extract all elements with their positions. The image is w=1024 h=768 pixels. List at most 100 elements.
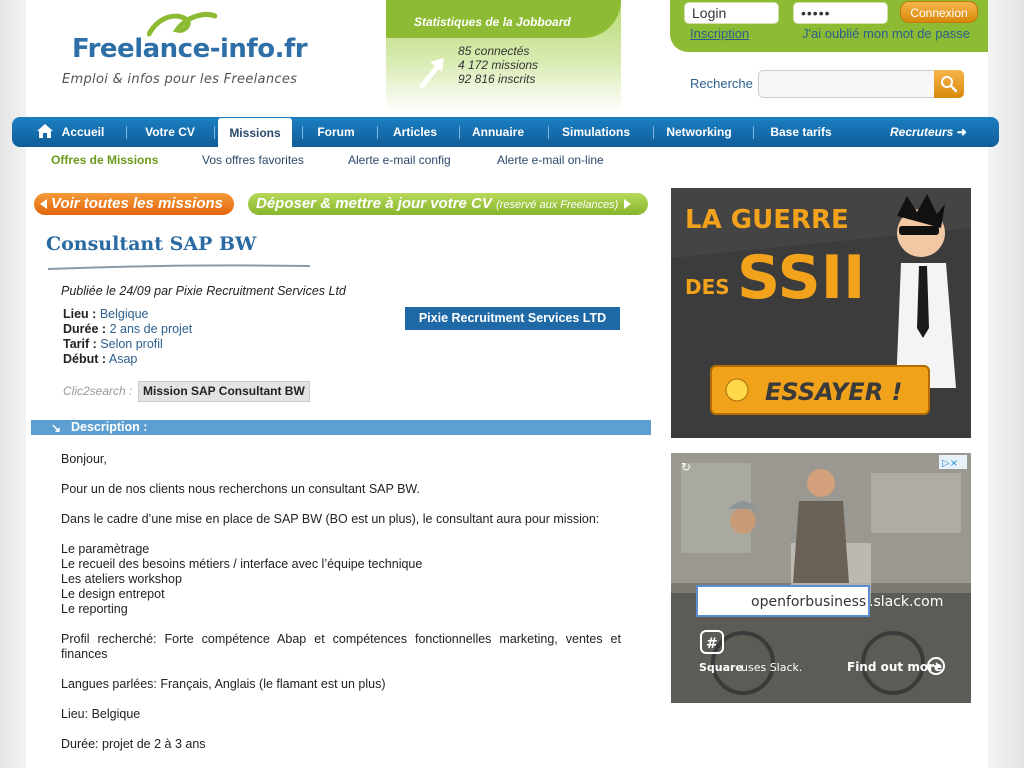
person-head (730, 508, 756, 534)
meta-debut: Début : Asap (63, 352, 192, 367)
desc-paragraph: Profil recherché: Forte compétence Abap … (61, 632, 621, 661)
desc-paragraph: Langues parlées: Français, Anglais (le f… (61, 677, 386, 691)
subnav-alerte-config[interactable]: Alerte e-mail config (348, 153, 451, 167)
nav-recruiters-link[interactable]: Recruteurs ➜ (890, 117, 967, 147)
nav-item-base-tarifs[interactable]: Base tarifs (762, 117, 840, 147)
nav-item-accueil[interactable]: Accueil (58, 117, 108, 147)
jobboard-stats: Statistiques de la Jobboard 85 connectés… (386, 0, 621, 112)
clic2search-label: Clic2search : (63, 384, 133, 398)
main-nav: Accueil Votre CV Missions Forum Articles… (12, 117, 999, 147)
person-shirt (793, 501, 849, 583)
ad-slack[interactable]: openforbusiness .slack.com # Square uses… (671, 453, 971, 703)
arrow-right-icon (624, 198, 632, 209)
ad-ssii-line1: LA GUERRE (685, 205, 849, 235)
company-badge[interactable]: Pixie Recruitment Services LTD (405, 307, 620, 330)
page-background-left (0, 0, 26, 768)
ad-slack-artwork: openforbusiness .slack.com # Square uses… (671, 453, 971, 703)
meta-tarif-label: Tarif : (63, 337, 97, 351)
nav-separator (548, 126, 549, 139)
smiley-icon (725, 378, 749, 402)
desc-paragraph: Durée: projet de 2 à 3 ans (61, 737, 206, 751)
clic2search-tag[interactable]: Mission SAP Consultant BW (138, 381, 310, 402)
search-label: Recherche (690, 76, 753, 91)
desc-list-item: Le reporting (61, 602, 128, 616)
ad-ssii-line3: SSII (737, 243, 865, 313)
password-field[interactable]: ••••• (793, 2, 888, 24)
desc-list-item: Le paramètrage (61, 542, 150, 556)
page: Freelance-info.fr Emploi & infos pour le… (12, 0, 999, 768)
nav-separator (126, 126, 127, 139)
desc-list-item: Le recueil des besoins métiers / interfa… (61, 557, 423, 571)
logo-text: Freelance-info.fr (72, 34, 308, 64)
stats-connected: 85 connectés (458, 44, 530, 58)
meta-duree-label: Durée : (63, 322, 107, 336)
nav-separator (459, 126, 460, 139)
search-input[interactable] (758, 70, 938, 98)
stats-title: Statistiques de la Jobboard (414, 15, 571, 29)
job-description: Bonjour, Pour un de nos clients nous rec… (61, 452, 621, 767)
desc-paragraph: Bonjour, (61, 452, 107, 466)
meta-duree-value: 2 ans de projet (109, 322, 193, 336)
nav-item-articles[interactable]: Articles (382, 117, 448, 147)
login-button[interactable]: Connexion (900, 1, 978, 23)
ad-la-guerre-des-ssii[interactable]: LA GUERRE DES SSII ESSAYER ! (671, 188, 971, 438)
site-logo[interactable]: Freelance-info.fr Emploi & infos pour le… (62, 8, 312, 88)
forgot-password-link[interactable]: J'ai oublié mon mot de passe (802, 26, 970, 41)
nav-separator (753, 126, 754, 139)
tagline: Emploi & infos pour les Freelances (62, 72, 298, 87)
stats-missions: 4 172 missions (458, 58, 539, 72)
desc-paragraph: Lieu: Belgique (61, 707, 141, 721)
login-field[interactable]: Login (684, 2, 779, 24)
character-tie (917, 266, 929, 338)
meta-lieu: Lieu : Belgique (63, 307, 192, 322)
nav-item-votre-cv[interactable]: Votre CV (136, 117, 204, 147)
job-title: Consultant SAP BW (46, 233, 257, 255)
deposit-cv-button[interactable]: Déposer & mettre à jour votre CV (reserv… (248, 193, 648, 215)
nav-item-forum[interactable]: Forum (308, 117, 364, 147)
ad-refresh-icon: ↻ (681, 460, 691, 474)
register-link[interactable]: Inscription (690, 26, 749, 41)
see-all-missions-label: Voir toutes les missions (51, 195, 223, 212)
arrow-right-icon: ➜ (956, 125, 967, 139)
ad-ssii-line2: DES (685, 275, 730, 299)
arrow-up-right-icon (419, 58, 444, 88)
slack-brand-note: uses Slack. (741, 661, 802, 674)
nav-item-simulations[interactable]: Simulations (556, 117, 636, 147)
stats-lines: 85 connectés 4 172 missions 92 816 inscr… (458, 44, 538, 86)
svg-text:▷×: ▷× (942, 458, 958, 469)
desc-paragraph: Dans le cadre d’une mise en place de SAP… (61, 512, 600, 526)
meta-tarif-value: Selon profil (100, 337, 163, 351)
description-header: ↘ Description : (31, 420, 651, 435)
meta-lieu-value: Belgique (99, 307, 149, 321)
nav-item-missions[interactable]: Missions (218, 118, 292, 147)
subnav-offres-favorites[interactable]: Vos offres favorites (202, 153, 304, 167)
desc-list-item: Les ateliers workshop (61, 572, 182, 586)
nav-item-annuaire[interactable]: Annuaire (464, 117, 532, 147)
description-header-label: Description : (71, 420, 148, 434)
meta-debut-label: Début : (63, 352, 107, 366)
ad-ssii-button-label: ESSAYER ! (765, 378, 902, 406)
title-underline (48, 264, 310, 270)
slack-input-text: openforbusiness (751, 594, 866, 610)
search-button[interactable] (934, 70, 964, 98)
meta-lieu-label: Lieu : (63, 307, 97, 321)
nav-separator (653, 126, 654, 139)
subnav-alerte-online[interactable]: Alerte e-mail on-line (497, 153, 604, 167)
deposit-cv-label: Déposer & mettre à jour votre CV (256, 195, 492, 212)
home-icon[interactable] (36, 123, 54, 139)
svg-text:#: # (706, 636, 718, 652)
stats-registered: 92 816 inscrits (458, 72, 536, 86)
meta-duree: Durée : 2 ans de projet (63, 322, 192, 337)
nav-item-networking[interactable]: Networking (660, 117, 738, 147)
published-info: Publiée le 24/09 par Pixie Recruitment S… (61, 284, 346, 298)
nav-separator (377, 126, 378, 139)
see-all-missions-button[interactable]: Voir toutes les missions (34, 193, 234, 215)
slack-domain-text: .slack.com (869, 594, 943, 610)
recruiters-label: Recruteurs (890, 125, 954, 139)
meta-tarif: Tarif : Selon profil (63, 337, 192, 352)
meta-debut-value: Asap (108, 352, 138, 366)
login-panel: Login ••••• Connexion Inscription J'ai o… (670, 0, 988, 52)
search-icon (941, 76, 958, 93)
arrow-down-right-icon: ↘ (51, 421, 62, 435)
subnav-offres-missions[interactable]: Offres de Missions (51, 153, 158, 167)
